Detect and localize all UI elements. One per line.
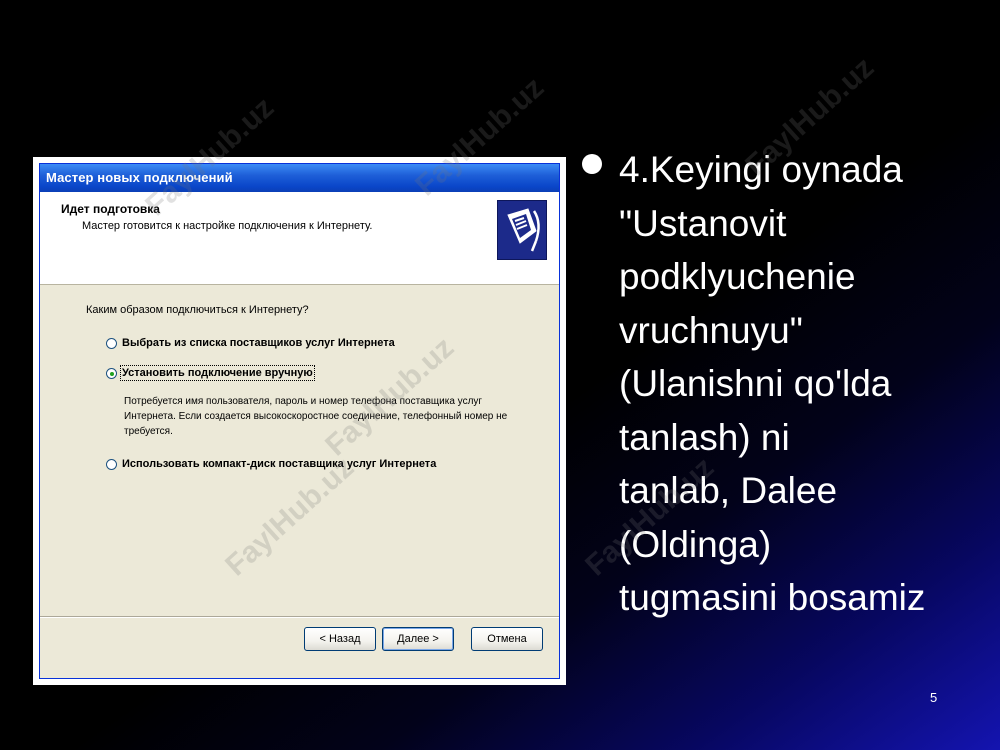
connection-wizard-dialog: Мастер новых подключений Идет подготовка… xyxy=(39,163,560,679)
phone-connection-icon xyxy=(497,200,547,260)
header-subtitle: Мастер готовится к настройке подключения… xyxy=(82,220,373,232)
option-manual-connection[interactable]: Установить подключение вручную xyxy=(106,365,315,381)
footer-divider xyxy=(40,616,559,618)
option-provider-list-label: Выбрать из списка поставщиков услуг Инте… xyxy=(122,337,395,349)
dialog-title: Мастер новых подключений xyxy=(46,170,233,185)
dialog-screenshot: Мастер новых подключений Идет подготовка… xyxy=(33,157,566,685)
cancel-button[interactable]: Отмена xyxy=(471,627,543,651)
next-button[interactable]: Далее > xyxy=(382,627,454,651)
slide-bullet-text: 4.Keyingi oynada "Ustanovit podklyucheni… xyxy=(619,149,926,618)
slide-page-number: 5 xyxy=(930,690,938,705)
connection-question: Каким образом подключиться к Интернету? xyxy=(86,304,309,316)
option-provider-cd[interactable]: Использовать компакт-диск поставщика усл… xyxy=(106,458,436,470)
radio-manual-connection[interactable] xyxy=(106,367,117,379)
manual-connection-description: Потребуется имя пользователя, пароль и н… xyxy=(124,396,508,437)
header-title: Идет подготовка xyxy=(61,202,160,216)
radio-provider-list[interactable] xyxy=(106,337,117,349)
dialog-header: Идет подготовка Мастер готовится к настр… xyxy=(40,192,559,285)
option-provider-cd-label: Использовать компакт-диск поставщика усл… xyxy=(122,458,437,470)
dialog-titlebar[interactable]: Мастер новых подключений xyxy=(40,164,559,192)
back-button[interactable]: < Назад xyxy=(304,627,376,651)
bullet-icon xyxy=(582,154,602,174)
option-provider-list[interactable]: Выбрать из списка поставщиков услуг Инте… xyxy=(106,337,395,349)
option-manual-connection-label: Установить подключение вручную xyxy=(120,365,315,381)
radio-provider-cd[interactable] xyxy=(106,458,117,470)
